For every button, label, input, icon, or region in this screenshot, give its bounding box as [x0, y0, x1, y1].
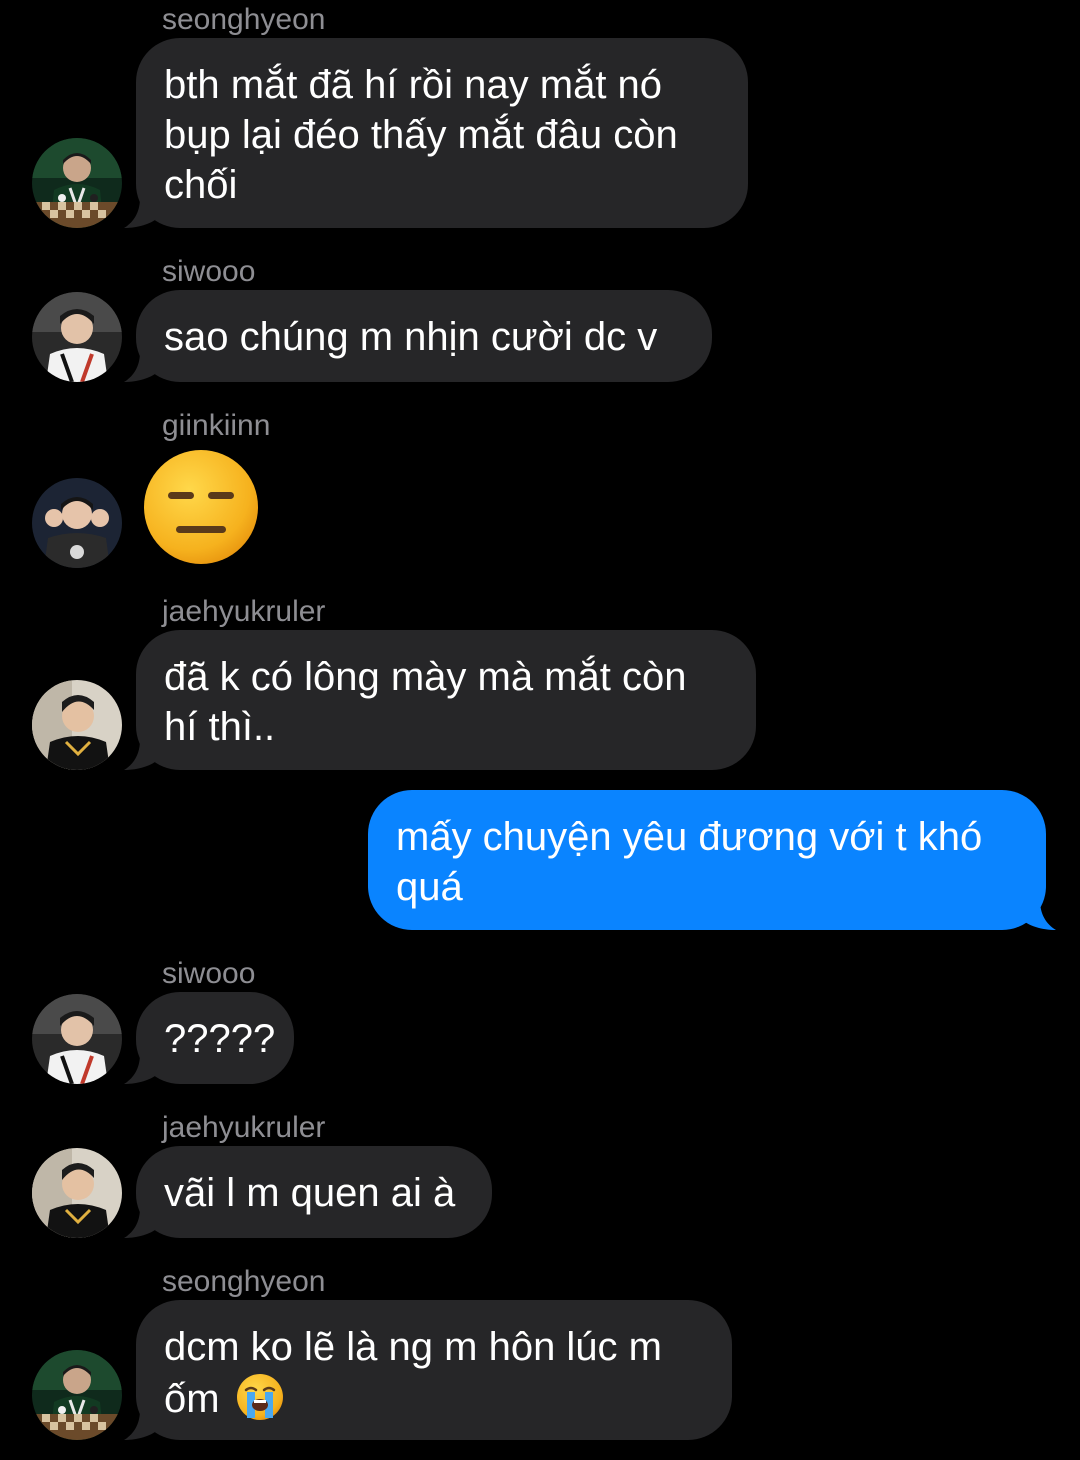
- bubble-tail-icon: [124, 198, 160, 228]
- message-text: đã k có lông mày mà mắt còn: [164, 655, 687, 699]
- sender-name: jaehyukruler: [162, 1111, 326, 1144]
- loudly-crying-face-emoji: [236, 1374, 283, 1420]
- message-text: chối: [164, 163, 238, 207]
- bubble-tail-icon: [124, 740, 160, 770]
- message-text: vãi l m quen ai à: [164, 1171, 456, 1215]
- sender-name: seonghyeon: [162, 3, 326, 36]
- message-text: hí thì..: [164, 705, 276, 749]
- bubble-tail-icon: [124, 352, 160, 382]
- message-text: ốm: [164, 1377, 220, 1421]
- bubble-tail-icon: [1020, 900, 1056, 930]
- sender-name: jaehyukruler: [162, 595, 326, 628]
- siwooo-avatar-icon[interactable]: [32, 292, 122, 382]
- sender-name: siwooo: [162, 957, 256, 990]
- message-text: dcm ko lẽ là ng m hôn lúc m: [164, 1325, 662, 1369]
- sender-name: seonghyeon: [162, 1265, 326, 1298]
- giinkiinn-avatar-icon[interactable]: [32, 478, 122, 568]
- seonghyeon-avatar-icon[interactable]: [32, 138, 122, 228]
- message-text: bth mắt đã hí rồi nay mắt nó: [164, 63, 663, 107]
- bubble-tail-icon: [124, 1054, 160, 1084]
- expressionless-face-emoji[interactable]: [142, 448, 260, 566]
- message-line: ốm: [164, 1372, 704, 1424]
- message-text: bụp lại đéo thấy mắt đâu còn: [164, 113, 678, 157]
- message-text: sao chúng m nhịn cười dc v: [164, 315, 658, 359]
- incoming-message-bubble[interactable]: dcm ko lẽ là ng m hôn lúc m ốm: [136, 1300, 732, 1440]
- message-text: mấy chuyện yêu đương với t khó: [396, 815, 983, 859]
- seonghyeon-avatar-icon[interactable]: [32, 1350, 122, 1440]
- message-text: quá: [396, 865, 463, 909]
- bubble-tail-icon: [124, 1410, 160, 1440]
- bubble-tail-icon: [124, 1208, 160, 1238]
- chat-thread: seonghyeon bth mắt đã hí rồi nay mắt nó …: [0, 0, 1080, 1460]
- incoming-message-bubble[interactable]: đã k có lông mày mà mắt còn hí thì..: [136, 630, 756, 770]
- incoming-message-bubble[interactable]: sao chúng m nhịn cười dc v: [136, 290, 712, 382]
- jaehyukruler-avatar-icon[interactable]: [32, 1148, 122, 1238]
- sender-name: siwooo: [162, 255, 256, 288]
- sender-name: giinkiinn: [162, 409, 271, 442]
- siwooo-avatar-icon[interactable]: [32, 994, 122, 1084]
- incoming-message-bubble[interactable]: vãi l m quen ai à: [136, 1146, 492, 1238]
- message-text: ?????: [164, 1017, 276, 1061]
- jaehyukruler-avatar-icon[interactable]: [32, 680, 122, 770]
- incoming-message-bubble[interactable]: bth mắt đã hí rồi nay mắt nó bụp lại đéo…: [136, 38, 748, 228]
- outgoing-message-bubble[interactable]: mấy chuyện yêu đương với t khó quá: [368, 790, 1046, 930]
